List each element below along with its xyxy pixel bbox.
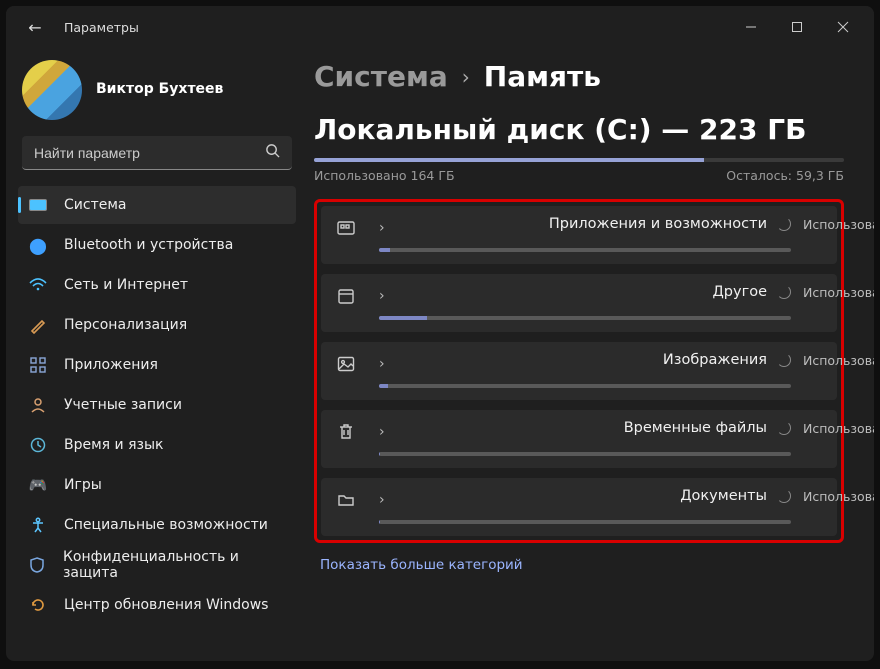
loading-spinner-icon bbox=[777, 421, 791, 435]
breadcrumb-root[interactable]: Система bbox=[314, 60, 448, 93]
nav-item-brush[interactable]: Персонализация bbox=[18, 306, 296, 344]
nav-item-label: Приложения bbox=[64, 357, 158, 373]
nav-item-label: Система bbox=[64, 197, 126, 213]
category-title: Документы bbox=[680, 488, 791, 504]
user-icon bbox=[28, 397, 48, 413]
category-apps-grid[interactable]: Приложения и возможности Использовано 4,… bbox=[321, 206, 837, 264]
category-image[interactable]: Изображения Использовано 3,44 ГБ/164 ГБ … bbox=[321, 342, 837, 400]
nav-item-label: Bluetooth и устройства bbox=[64, 237, 233, 253]
nav-item-bluetooth[interactable]: ⬤ Bluetooth и устройства bbox=[18, 226, 296, 264]
category-title: Изображения bbox=[663, 352, 791, 368]
chevron-right-icon: › bbox=[379, 288, 700, 304]
disk-usage-bar bbox=[314, 158, 844, 162]
nav-item-label: Конфиденциальность и защита bbox=[63, 549, 286, 581]
breadcrumb: Система › Память bbox=[314, 48, 844, 113]
loading-spinner-icon bbox=[777, 285, 791, 299]
category-bar bbox=[379, 452, 791, 456]
disk-usage-fill bbox=[314, 158, 704, 162]
category-used: Использовано 19,0 ГБ/164 ГБ bbox=[803, 285, 823, 300]
nav-item-update[interactable]: Центр обновления Windows bbox=[18, 586, 296, 624]
chevron-right-icon: › bbox=[379, 492, 668, 508]
loading-spinner-icon bbox=[777, 489, 791, 503]
profile-name: Виктор Бухтеев bbox=[96, 81, 223, 97]
chevron-right-icon: › bbox=[379, 356, 651, 372]
chevron-right-icon: › bbox=[379, 424, 612, 440]
nav-item-shield[interactable]: Конфиденциальность и защита bbox=[18, 546, 296, 584]
category-used: Использовано 3,44 ГБ/164 ГБ bbox=[803, 353, 823, 368]
nav-item-user[interactable]: Учетные записи bbox=[18, 386, 296, 424]
main: Система › Память Локальный диск (C:) — 2… bbox=[308, 48, 874, 661]
back-button[interactable]: ← bbox=[22, 18, 48, 37]
search-box[interactable] bbox=[22, 136, 292, 170]
category-title: Временные файлы bbox=[624, 420, 791, 436]
apps-grid-icon bbox=[335, 217, 357, 239]
chevron-right-icon: › bbox=[462, 65, 470, 89]
category-used: Использовано 4,19 ГБ/164 ГБ bbox=[803, 217, 823, 232]
maximize-button[interactable] bbox=[774, 9, 820, 45]
folder-icon bbox=[335, 489, 357, 511]
category-title: Другое bbox=[712, 284, 791, 300]
avatar bbox=[22, 60, 82, 120]
search-input[interactable] bbox=[34, 145, 255, 161]
show-more-link[interactable]: Показать больше категорий bbox=[314, 543, 844, 587]
box-icon bbox=[335, 285, 357, 307]
gamepad-icon: 🎮 bbox=[28, 477, 48, 493]
nav-item-monitor[interactable]: Система bbox=[18, 186, 296, 224]
settings-window: ← Параметры Виктор Бухтеев bbox=[6, 6, 874, 661]
brush-icon bbox=[28, 317, 48, 333]
disk-title: Локальный диск (C:) — 223 ГБ bbox=[314, 113, 844, 146]
category-used: Использовано 496 МБ/164 ГБ bbox=[803, 489, 823, 504]
category-bar bbox=[379, 248, 791, 252]
nav-item-label: Персонализация bbox=[64, 317, 187, 333]
disk-free-label: Осталось: 59,3 ГБ bbox=[726, 168, 844, 183]
category-title: Приложения и возможности bbox=[549, 216, 791, 232]
profile[interactable]: Виктор Бухтеев bbox=[6, 48, 308, 132]
nav-item-gamepad[interactable]: 🎮 Игры bbox=[18, 466, 296, 504]
window-controls bbox=[728, 9, 866, 45]
apps-icon bbox=[28, 357, 48, 373]
image-icon bbox=[335, 353, 357, 375]
category-bar bbox=[379, 316, 791, 320]
shield-icon bbox=[28, 557, 47, 573]
breadcrumb-current: Память bbox=[484, 60, 601, 93]
titlebar: ← Параметры bbox=[6, 6, 874, 48]
nav-item-apps[interactable]: Приложения bbox=[18, 346, 296, 384]
storage-categories: Приложения и возможности Использовано 4,… bbox=[314, 199, 844, 543]
loading-spinner-icon bbox=[777, 353, 791, 367]
bluetooth-icon: ⬤ bbox=[28, 237, 48, 253]
nav-item-label: Игры bbox=[64, 477, 102, 493]
category-box[interactable]: Другое Использовано 19,0 ГБ/164 ГБ › bbox=[321, 274, 837, 332]
nav-item-label: Учетные записи bbox=[64, 397, 182, 413]
sidebar: Виктор Бухтеев Система ⬤ Bluetooth и устр… bbox=[6, 48, 308, 661]
disk-meta: Использовано 164 ГБ Осталось: 59,3 ГБ bbox=[314, 168, 844, 183]
close-button[interactable] bbox=[820, 9, 866, 45]
nav-item-label: Сеть и Интернет bbox=[64, 277, 188, 293]
nav: Система ⬤ Bluetooth и устройства Сеть и И… bbox=[6, 184, 308, 661]
disk-used-label: Использовано 164 ГБ bbox=[314, 168, 455, 183]
minimize-button[interactable] bbox=[728, 9, 774, 45]
wifi-icon bbox=[28, 277, 48, 293]
nav-item-label: Время и язык bbox=[64, 437, 163, 453]
nav-item-access[interactable]: Специальные возможности bbox=[18, 506, 296, 544]
nav-item-label: Центр обновления Windows bbox=[64, 597, 268, 613]
monitor-icon bbox=[28, 197, 48, 213]
category-trash[interactable]: Временные файлы Использовано 416 МБ/164 … bbox=[321, 410, 837, 468]
clock-icon bbox=[28, 437, 48, 453]
nav-item-wifi[interactable]: Сеть и Интернет bbox=[18, 266, 296, 304]
nav-item-clock[interactable]: Время и язык bbox=[18, 426, 296, 464]
chevron-right-icon: › bbox=[379, 220, 537, 236]
access-icon bbox=[28, 517, 48, 533]
nav-item-label: Специальные возможности bbox=[64, 517, 268, 533]
category-bar bbox=[379, 384, 791, 388]
search-icon bbox=[265, 143, 280, 162]
trash-icon bbox=[335, 421, 357, 443]
category-bar bbox=[379, 520, 791, 524]
body: Виктор Бухтеев Система ⬤ Bluetooth и устр… bbox=[6, 48, 874, 661]
app-title: Параметры bbox=[64, 20, 712, 35]
category-folder[interactable]: Документы Использовано 496 МБ/164 ГБ › bbox=[321, 478, 837, 536]
category-used: Использовано 416 МБ/164 ГБ bbox=[803, 421, 823, 436]
update-icon bbox=[28, 597, 48, 613]
loading-spinner-icon bbox=[777, 217, 791, 231]
